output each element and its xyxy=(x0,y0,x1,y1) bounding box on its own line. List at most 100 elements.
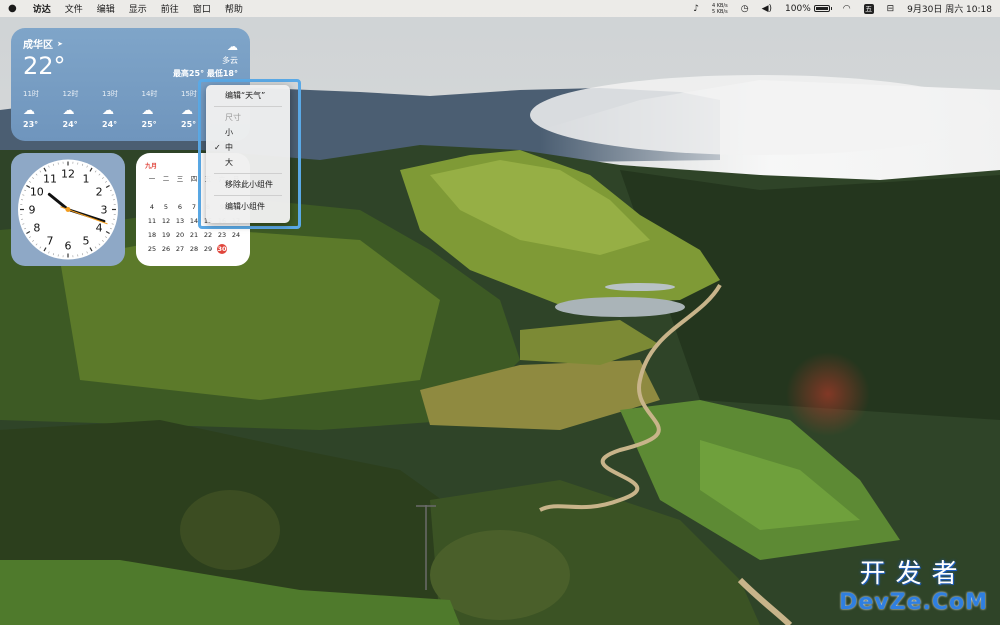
clock-number: 12 xyxy=(61,168,75,181)
menu-go[interactable]: 前往 xyxy=(161,2,179,15)
apple-icon[interactable]: ● xyxy=(8,3,17,14)
time-machine-icon[interactable]: ◷ xyxy=(741,4,749,14)
calendar-day: 21 xyxy=(189,231,199,239)
calendar-day: 13 xyxy=(175,217,185,225)
calendar-day: 29 xyxy=(203,245,213,253)
checkmark-icon: ✓ xyxy=(214,143,221,152)
calendar-day: 18 xyxy=(147,231,157,239)
input-method-icon[interactable]: 五 xyxy=(863,3,874,14)
hour-temp: 25° xyxy=(141,120,157,129)
watermark-top: 开发者 xyxy=(859,559,968,589)
hour-forecast: 11时 ☁ 23° xyxy=(23,89,63,129)
calendar-day: 25 xyxy=(147,245,157,253)
clock-number: 9 xyxy=(29,204,36,217)
cloud-icon: ☁ xyxy=(227,40,238,53)
hour-forecast: 13时 ☁ 24° xyxy=(102,89,142,129)
hour-time: 14时 xyxy=(141,90,158,98)
weekday-label: 三 xyxy=(176,175,184,183)
weekday-label: 一 xyxy=(148,175,156,183)
menu-item-edit-weather[interactable]: 编辑“天气” xyxy=(206,88,290,103)
watermark-bottom: DevZe.CoM xyxy=(839,590,988,615)
clock-number: 8 xyxy=(33,222,40,235)
weather-summary: ☁ 多云 最高25° 最低18° xyxy=(173,40,238,79)
menu-separator xyxy=(214,106,282,107)
calendar-day: 26 xyxy=(161,245,171,253)
wifi-icon[interactable]: ◠ xyxy=(843,4,851,14)
watermark: 开发者 DevZe.CoM xyxy=(839,553,988,615)
hour-time: 13时 xyxy=(102,90,118,98)
menu-edit[interactable]: 编辑 xyxy=(97,2,115,15)
hour-time: 12时 xyxy=(62,90,79,98)
menu-item-label: 中 xyxy=(225,143,233,152)
network-speed[interactable]: 4 KB/s 5 KB/s xyxy=(712,3,728,15)
clock-number: 10 xyxy=(30,186,44,199)
hour-temp: 23° xyxy=(23,120,39,129)
cloud-icon: ☁ xyxy=(141,103,154,117)
control-center-icon[interactable]: ⊟ xyxy=(887,4,895,14)
cloud-icon: ☁ xyxy=(23,103,35,117)
menu-bar: ● 访达 文件 编辑 显示 前往 窗口 帮助 ♪ 4 KB/s 5 KB/s ◷… xyxy=(0,0,1000,17)
volume-icon[interactable]: ◀) xyxy=(762,4,772,14)
clock-number: 5 xyxy=(83,235,90,248)
clock-number: 7 xyxy=(47,235,54,248)
analog-clock-face: 12 12 3 45678 9 1011 xyxy=(18,159,118,260)
battery-percent: 100% xyxy=(785,3,811,14)
menu-app-finder[interactable]: 访达 xyxy=(33,2,51,15)
calendar-day xyxy=(173,188,187,198)
calendar-day: 20 xyxy=(175,231,185,239)
hour-forecast: 14时 ☁ 25° xyxy=(142,89,182,129)
hour-time: 11时 xyxy=(23,90,39,98)
calendar-day xyxy=(145,188,159,198)
calendar-day: 6 xyxy=(177,203,183,211)
menu-file[interactable]: 文件 xyxy=(65,2,83,15)
menu-item-remove-widget[interactable]: 移除此小组件 xyxy=(206,177,290,192)
weekday-label: 二 xyxy=(162,175,170,183)
calendar-day xyxy=(229,244,243,254)
cloud-icon: ☁ xyxy=(62,103,75,117)
menu-item-size-medium[interactable]: ✓ 中 xyxy=(206,140,290,155)
calendar-day: 27 xyxy=(175,245,185,253)
menu-separator xyxy=(214,195,282,196)
calendar-day: 22 xyxy=(203,231,213,239)
hour-temp: 24° xyxy=(62,120,78,129)
menu-header-size: 尺寸 xyxy=(225,113,241,122)
menu-datetime[interactable]: 9月30日 周六 10:18 xyxy=(907,2,992,15)
calendar-day: 30 xyxy=(217,244,227,254)
calendar-day: 28 xyxy=(189,245,199,253)
calendar-day: 4 xyxy=(149,203,155,211)
calendar-day: 24 xyxy=(231,231,241,239)
battery-icon xyxy=(813,5,832,12)
calendar-day xyxy=(159,188,173,198)
cloud-icon: ☁ xyxy=(102,103,114,117)
hour-temp: 24° xyxy=(102,120,118,129)
menu-item-edit-widgets[interactable]: 编辑小组件 xyxy=(206,199,290,214)
music-note-icon[interactable]: ♪ xyxy=(693,4,699,14)
weather-high-low: 最高25° 最低18° xyxy=(172,69,238,78)
menu-separator xyxy=(214,173,282,174)
weather-condition: 多云 xyxy=(222,56,238,65)
clock-number: 1 xyxy=(83,172,90,185)
menu-help[interactable]: 帮助 xyxy=(225,2,243,15)
widget-context-menu: 编辑“天气” 尺寸 小 ✓ 中 大 移除此小组件 编辑小组件 xyxy=(206,85,290,223)
calendar-day: 5 xyxy=(163,203,169,211)
weather-location: 成华区 xyxy=(23,40,53,51)
location-arrow-icon: ➤ xyxy=(57,39,63,48)
calendar-day: 11 xyxy=(147,217,157,225)
battery-status[interactable]: 100% xyxy=(785,3,832,14)
clock-number: 11 xyxy=(43,172,57,185)
clock-widget[interactable]: 12 1 2 3 4 5 6 7 8 9 10 11 xyxy=(11,153,125,266)
calendar-day: 19 xyxy=(161,231,171,239)
menu-view[interactable]: 显示 xyxy=(129,2,147,15)
net-down: 5 KB/s xyxy=(711,8,728,15)
clock-number: 6 xyxy=(65,240,72,253)
calendar-day: 12 xyxy=(161,217,171,225)
hour-forecast: 12时 ☁ 24° xyxy=(63,89,103,129)
menu-window[interactable]: 窗口 xyxy=(193,2,211,15)
clock-number: 3 xyxy=(101,204,108,217)
menu-item-size-large[interactable]: 大 xyxy=(206,155,290,170)
calendar-day: 23 xyxy=(217,231,227,239)
clock-number: 2 xyxy=(96,186,103,199)
clock-center-pin xyxy=(65,207,71,212)
menu-item-size-small[interactable]: 小 xyxy=(206,125,290,140)
clock-number: 4 xyxy=(96,222,103,235)
